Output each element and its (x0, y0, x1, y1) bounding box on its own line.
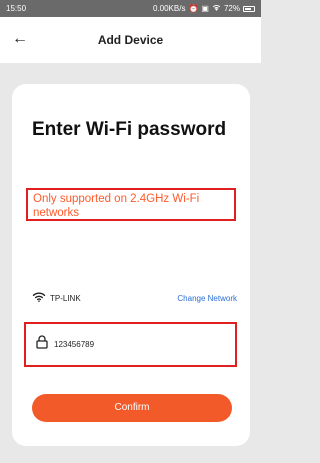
status-time: 15:50 (6, 4, 27, 13)
app-header: ← Add Device (0, 17, 261, 63)
form-heading: Enter Wi-Fi password (32, 119, 227, 140)
status-bar: 15:50 0.00KB/s ⏰ ▣ 72% (0, 0, 261, 17)
change-network-link[interactable]: Change Network (177, 294, 237, 303)
confirm-button[interactable]: Confirm (32, 394, 232, 422)
wifi-status-icon (212, 4, 221, 13)
wifi-icon (32, 289, 46, 307)
wifi-band-notice: Only supported on 2.4GHz Wi-Fi networks (26, 188, 236, 221)
lock-icon (36, 335, 48, 354)
wifi-ssid: TP-LINK (50, 293, 81, 303)
wifi-form-card: Enter Wi-Fi password Only supported on 2… (12, 84, 250, 446)
network-speed: 0.00KB/s (152, 4, 186, 13)
vibrate-icon: ▣ (201, 4, 209, 13)
password-value[interactable]: 123456789 (54, 340, 94, 349)
page-title: Add Device (97, 33, 164, 47)
arrow-left-icon[interactable]: ← (10, 29, 30, 49)
alarm-icon: ⏰ (188, 4, 199, 13)
battery-icon (243, 5, 255, 12)
password-field[interactable]: 123456789 (24, 322, 237, 367)
wifi-network-row: TP-LINK Change Network (32, 290, 237, 306)
status-icons: 0.00KB/s ⏰ ▣ 72% (153, 4, 255, 13)
battery-percent: 72% (223, 4, 240, 13)
